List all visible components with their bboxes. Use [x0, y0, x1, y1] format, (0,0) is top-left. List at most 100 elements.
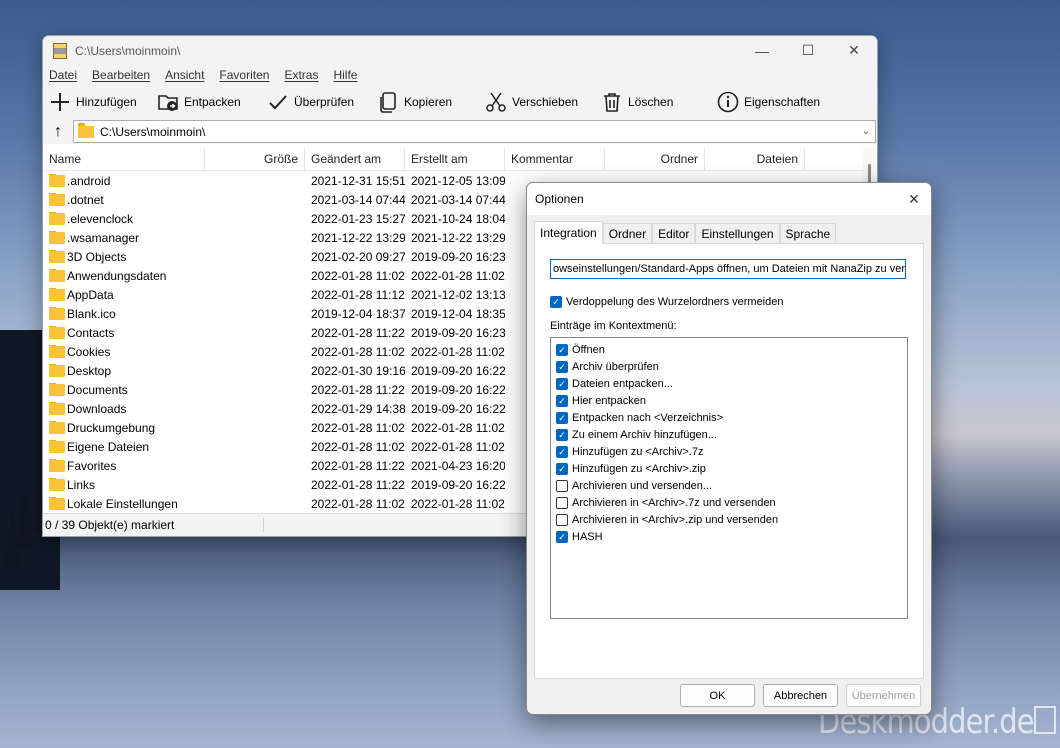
context-menu-checkbox[interactable]: ✓: [556, 377, 568, 390]
file-name: .android: [67, 173, 111, 188]
context-menu-item[interactable]: Archivieren in <Archiv>.7z und versenden: [551, 494, 907, 511]
context-menu-item[interactable]: ✓ Hier entpacken: [551, 392, 907, 409]
duplicate-root-checkbox[interactable]: ✓: [550, 296, 562, 308]
up-arrow-icon[interactable]: ↑: [43, 123, 73, 141]
chevron-down-icon[interactable]: ⌄: [857, 126, 875, 137]
context-menu-checkbox[interactable]: ✓: [556, 462, 568, 475]
copy-button[interactable]: Kopieren: [371, 87, 479, 117]
column-header-files[interactable]: Dateien: [705, 148, 805, 170]
context-menu-item[interactable]: ✓ Zu einem Archiv hinzufügen...: [551, 426, 907, 443]
context-menu-checkbox[interactable]: [556, 479, 568, 492]
context-menu-item-label: Öffnen: [572, 343, 605, 356]
file-created: 2019-09-20 16:23: [411, 325, 505, 340]
context-menu-item[interactable]: ✓ Hinzufügen zu <Archiv>.7z: [551, 443, 907, 460]
file-name: Anwendungsdaten: [67, 268, 167, 283]
context-menu-checkbox[interactable]: ✓: [556, 530, 568, 543]
test-button[interactable]: Überprüfen: [261, 87, 371, 117]
dialog-close-button[interactable]: ✕: [897, 191, 931, 208]
tab-editor[interactable]: Editor: [652, 223, 696, 244]
move-button[interactable]: Verschieben: [479, 87, 595, 117]
file-created: 2021-12-22 13:29: [411, 230, 505, 245]
file-name: Lokale Einstellungen: [67, 496, 178, 511]
file-name: .wsamanager: [67, 230, 140, 245]
file-modified: 2021-12-31 15:51: [311, 173, 405, 188]
add-button[interactable]: Hinzufügen: [43, 87, 151, 117]
column-header-created[interactable]: Erstellt am: [405, 148, 505, 170]
menu-bearbeiten[interactable]: Bearbeiten: [92, 68, 150, 82]
context-menu-checkbox[interactable]: ✓: [556, 360, 568, 373]
context-menu-item-label: Dateien entpacken...: [572, 377, 673, 390]
apply-button[interactable]: Übernehmen: [846, 684, 921, 707]
duplicate-root-option[interactable]: ✓ Verdoppelung des Wurzelordners vermeid…: [550, 296, 783, 308]
file-modified: 2022-01-28 11:02: [311, 496, 405, 511]
folder-icon: [49, 477, 65, 491]
context-menu-item[interactable]: ✓ Archiv überprüfen: [551, 358, 907, 375]
close-button[interactable]: ✕: [831, 36, 877, 65]
file-name-cell: .android: [43, 173, 205, 188]
menu-ansicht[interactable]: Ansicht: [165, 68, 204, 82]
file-name: Links: [67, 477, 96, 492]
file-created: 2019-09-20 16:23: [411, 249, 505, 264]
context-menu-list[interactable]: ✓ Öffnen ✓ Archiv überprüfen ✓ Dateien entpac…: [550, 337, 908, 619]
maximize-button[interactable]: ☐: [785, 36, 831, 65]
title-bar[interactable]: C:\Users\moinmoin\ — ☐ ✕: [43, 36, 877, 65]
folder-icon: [49, 287, 65, 301]
tab-einstellungen[interactable]: Einstellungen: [695, 223, 780, 244]
column-header-size[interactable]: Größe: [205, 148, 305, 170]
file-created: 2022-01-28 11:02: [411, 268, 505, 283]
default-apps-button[interactable]: owseinstellungen/Standard-Apps öffnen, u…: [550, 259, 906, 279]
file-created: 2019-09-20 16:22: [411, 401, 505, 416]
minimize-button[interactable]: —: [739, 36, 785, 65]
context-menu-checkbox[interactable]: ✓: [556, 428, 568, 441]
ok-button[interactable]: OK: [680, 684, 755, 707]
file-modified: 2021-03-14 07:44: [311, 192, 405, 207]
menu-favoriten[interactable]: Favoriten: [219, 68, 269, 82]
file-name-cell: Contacts: [43, 325, 205, 340]
dialog-title-bar[interactable]: Optionen ✕: [527, 183, 931, 215]
menu-extras[interactable]: Extras: [284, 68, 318, 82]
dialog-title: Optionen: [535, 192, 584, 206]
file-name: .dotnet: [67, 192, 104, 207]
context-menu-checkbox[interactable]: ✓: [556, 343, 568, 356]
context-menu-checkbox[interactable]: ✓: [556, 411, 568, 424]
tab-ordner[interactable]: Ordner: [602, 223, 653, 244]
file-created: 2021-12-05 13:09: [411, 173, 505, 188]
context-menu-item[interactable]: Archivieren und versenden...: [551, 477, 907, 494]
context-menu-item[interactable]: ✓ Entpacken nach <Verzeichnis>: [551, 409, 907, 426]
duplicate-root-label: Verdoppelung des Wurzelordners vermeiden: [566, 296, 784, 308]
menu-bar: Datei Bearbeiten Ansicht Favoriten Extra…: [43, 65, 877, 85]
folder-icon: [78, 122, 94, 138]
context-menu-item[interactable]: ✓ Dateien entpacken...: [551, 375, 907, 392]
delete-button[interactable]: Löschen: [595, 87, 711, 117]
file-modified: 2022-01-28 11:02: [311, 420, 405, 435]
path-combobox[interactable]: C:\Users\moinmoin\ ⌄: [73, 120, 876, 143]
context-menu-item-label: HASH: [572, 530, 603, 543]
tab-sprache[interactable]: Sprache: [779, 223, 837, 244]
context-menu-checkbox[interactable]: [556, 496, 568, 509]
column-header-comment[interactable]: Kommentar: [505, 148, 605, 170]
folder-icon: [49, 211, 65, 225]
context-menu-item[interactable]: ✓ HASH: [551, 528, 907, 545]
column-header-name[interactable]: Name: [43, 148, 205, 170]
dialog-buttons: OK Abbrechen Übernehmen: [672, 684, 921, 707]
tab-integration[interactable]: Integration: [534, 221, 603, 244]
context-menu-item[interactable]: ✓ Öffnen: [551, 341, 907, 358]
column-header-modified[interactable]: Geändert am: [305, 148, 405, 170]
file-name: Desktop: [67, 363, 112, 378]
file-name: Documents: [67, 382, 128, 397]
context-menu-item[interactable]: ✓ Hinzufügen zu <Archiv>.zip: [551, 460, 907, 477]
context-menu-checkbox[interactable]: ✓: [556, 394, 568, 407]
file-created: 2022-01-28 11:02: [411, 420, 505, 435]
extract-button-label: Entpacken: [184, 95, 241, 109]
menu-datei[interactable]: Datei: [49, 68, 77, 82]
context-menu-checkbox[interactable]: [556, 513, 568, 526]
extract-button[interactable]: Entpacken: [151, 87, 261, 117]
file-modified: 2022-01-28 11:02: [311, 439, 405, 454]
context-menu-checkbox[interactable]: ✓: [556, 445, 568, 458]
context-menu-item[interactable]: Archivieren in <Archiv>.zip und versende…: [551, 511, 907, 528]
folder-icon: [49, 325, 65, 339]
menu-hilfe[interactable]: Hilfe: [333, 68, 357, 82]
cancel-button[interactable]: Abbrechen: [763, 684, 838, 707]
properties-button[interactable]: Eigenschaften: [711, 87, 843, 117]
column-header-folders[interactable]: Ordner: [605, 148, 705, 170]
